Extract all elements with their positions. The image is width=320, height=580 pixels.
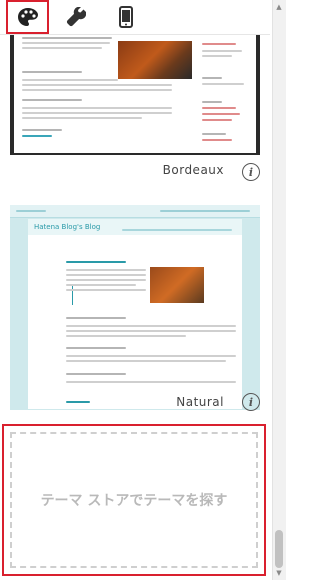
theme-store-label: テーマ ストアでテーマを探す xyxy=(40,493,228,509)
scrollbar[interactable]: ▲ ▼ xyxy=(272,0,286,580)
scroll-down-icon[interactable]: ▼ xyxy=(272,566,286,580)
theme-info-button[interactable]: i xyxy=(242,393,260,411)
info-icon: i xyxy=(248,165,254,179)
wrench-icon xyxy=(66,7,86,27)
theme-store-dropzone: テーマ ストアでテーマを探す xyxy=(10,432,258,568)
natural-photo xyxy=(150,267,204,303)
bordeaux-sidebar-preview xyxy=(202,43,246,153)
tab-design[interactable] xyxy=(6,0,49,34)
bordeaux-photo xyxy=(118,41,192,79)
tab-smartphone[interactable] xyxy=(106,0,146,34)
natural-page-preview xyxy=(28,231,242,409)
tab-customize[interactable] xyxy=(56,0,96,34)
mobile-icon xyxy=(119,6,133,28)
natural-date-preview xyxy=(56,285,73,305)
natural-blog-title: Hatena Blog's Blog xyxy=(34,223,101,231)
theme-name: Natural xyxy=(176,395,224,409)
theme-store-button[interactable]: テーマ ストアでテーマを探す xyxy=(2,424,266,576)
tab-bar xyxy=(0,0,270,34)
theme-info-button[interactable]: i xyxy=(242,163,260,181)
theme-name: Bordeaux xyxy=(162,163,224,177)
info-icon: i xyxy=(248,395,254,409)
theme-thumbnail-bordeaux[interactable] xyxy=(10,35,260,155)
scroll-up-icon[interactable]: ▲ xyxy=(272,0,286,14)
natural-header-preview xyxy=(10,205,260,218)
theme-thumbnail-natural[interactable]: Hatena Blog's Blog xyxy=(10,205,260,410)
palette-icon xyxy=(17,8,38,26)
bordeaux-page-preview xyxy=(14,35,256,153)
scrollbar-thumb[interactable] xyxy=(275,530,283,568)
